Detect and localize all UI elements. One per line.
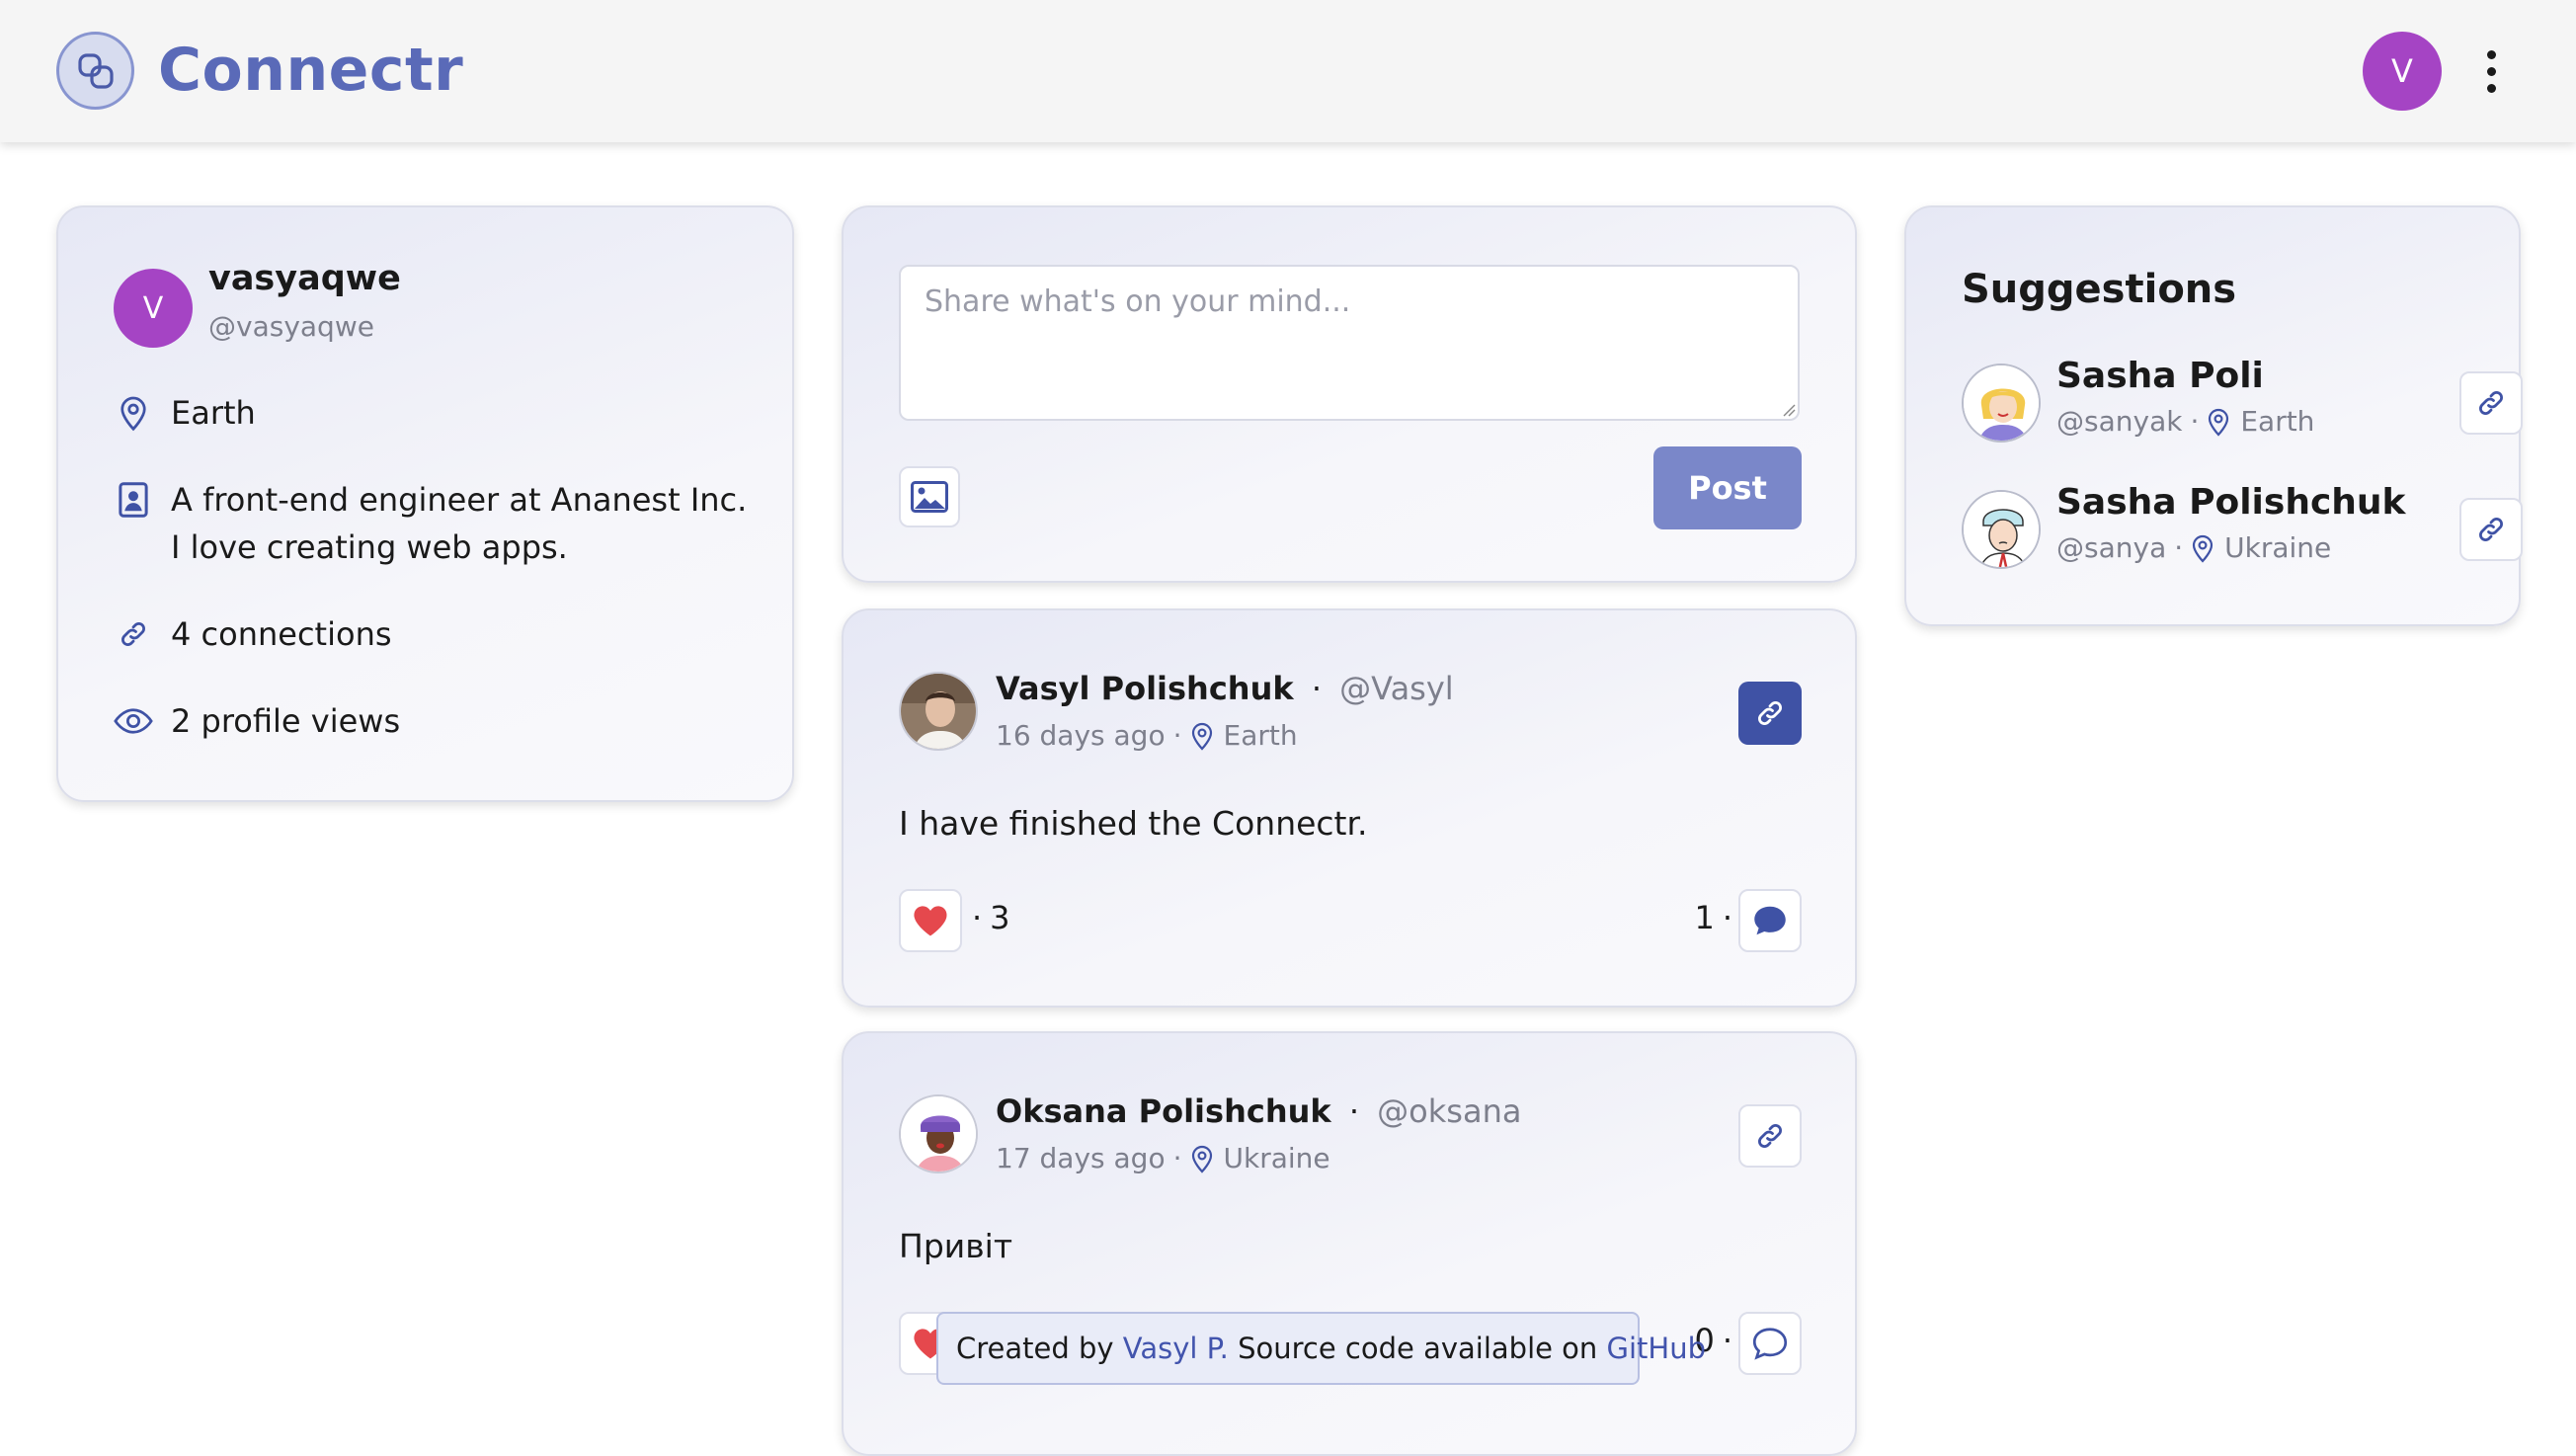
credits-created-by: Created by — [956, 1332, 1114, 1365]
post-card: Oksana Polishchuk · @oksana 17 days ago … — [842, 1031, 1857, 1456]
credits-banner: Created by Vasyl P. Source code availabl… — [936, 1312, 1706, 1385]
suggestions-title: Suggestions — [1962, 267, 2237, 312]
link-icon — [114, 610, 153, 658]
suggestions-card: Suggestions Sasha Poli @sanyak · Earth S… — [1904, 205, 2523, 626]
attach-image-button[interactable] — [899, 466, 960, 527]
credits-source-text: Source code available on — [1238, 1332, 1598, 1365]
post-body: Привіт — [899, 1227, 1013, 1265]
profile-bio: A front-end engineer at Ananest Inc. I l… — [171, 481, 748, 566]
post-time: 17 days ago — [996, 1142, 1166, 1174]
connect-button[interactable] — [1738, 682, 1802, 745]
heart-icon — [914, 906, 947, 936]
top-navbar: Connectr V — [0, 0, 2576, 142]
location-pin-icon — [2209, 408, 2229, 437]
like-count: 3 — [990, 899, 1010, 936]
post-author-handle[interactable]: @Vasyl — [1339, 670, 1454, 707]
profile-location: Earth — [171, 394, 256, 432]
post-body: I have finished the Connectr. — [899, 804, 1368, 843]
suggestion-name[interactable]: Sasha Poli — [2056, 356, 2264, 396]
suggestion-item: Sasha Polishchuk @sanya · Ukraine — [1962, 482, 2523, 571]
post-author-handle[interactable]: @oksana — [1377, 1092, 1521, 1130]
post-location: Earth — [1223, 719, 1298, 752]
link-icon — [2479, 391, 2503, 415]
app-name[interactable]: Connectr — [158, 36, 463, 105]
link-icon — [1758, 1124, 1782, 1148]
suggestion-handle: @sanyak — [2056, 405, 2183, 438]
connect-button[interactable] — [2459, 371, 2523, 435]
image-icon — [911, 481, 948, 513]
resize-grip-icon[interactable] — [1782, 403, 1796, 417]
location-pin-icon — [114, 389, 153, 437]
suggestion-name[interactable]: Sasha Polishchuk — [2056, 482, 2406, 523]
comment-button[interactable] — [1738, 1312, 1802, 1375]
profile-views: 2 profile views — [171, 702, 401, 740]
like-count-row: · 3 — [972, 899, 1010, 936]
profile-avatar[interactable]: V — [114, 269, 193, 348]
author-link[interactable]: Vasyl P. — [1123, 1332, 1229, 1365]
post-composer: Post — [842, 205, 1857, 583]
connect-button[interactable] — [2459, 498, 2523, 561]
location-pin-icon — [1191, 1145, 1212, 1173]
profile-handle: @vasyaqwe — [208, 310, 374, 343]
profile-views-row: 2 profile views — [114, 697, 764, 745]
post-author-avatar[interactable] — [899, 672, 978, 751]
comment-icon — [1754, 906, 1786, 935]
kebab-menu-icon[interactable] — [2473, 40, 2509, 103]
location-pin-icon — [2193, 534, 2214, 563]
link-icon — [2479, 518, 2503, 541]
comment-count: 1 — [1694, 899, 1715, 936]
suggestion-location: Earth — [2240, 405, 2315, 438]
suggestion-handle: @sanya — [2056, 531, 2167, 564]
post-input[interactable] — [899, 265, 1800, 421]
post-location: Ukraine — [1223, 1142, 1330, 1174]
profile-location-row: Earth — [114, 389, 764, 437]
suggestion-avatar[interactable] — [1962, 364, 2041, 443]
post-author-name[interactable]: Vasyl Polishchuk — [996, 670, 1294, 707]
comment-icon — [1752, 1328, 1788, 1360]
user-avatar[interactable]: V — [2363, 32, 2442, 111]
logo-icon[interactable] — [56, 32, 134, 110]
suggestion-item: Sasha Poli @sanyak · Earth — [1962, 356, 2523, 445]
suggestion-location: Ukraine — [2224, 531, 2332, 564]
location-pin-icon — [1191, 722, 1212, 751]
profile-connections-row[interactable]: 4 connections — [114, 610, 764, 658]
comment-count-row: 1 · — [1694, 899, 1732, 936]
connect-button[interactable] — [1738, 1104, 1802, 1168]
post-time: 16 days ago — [996, 719, 1166, 752]
profile-bio-row: A front-end engineer at Ananest Inc. I l… — [114, 476, 764, 571]
github-link[interactable]: GitHub — [1607, 1332, 1707, 1365]
link-icon — [1758, 701, 1782, 725]
profile-connections[interactable]: 4 connections — [171, 610, 764, 658]
like-button[interactable] — [899, 889, 962, 952]
suggestion-avatar[interactable] — [1962, 490, 2041, 569]
post-button[interactable]: Post — [1653, 446, 1802, 529]
comment-button[interactable] — [1738, 889, 1802, 952]
profile-card: V vasyaqwe @vasyaqwe Earth A front-end e… — [56, 205, 794, 802]
post-author-name[interactable]: Oksana Polishchuk — [996, 1092, 1331, 1130]
post-author-avatar[interactable] — [899, 1094, 978, 1173]
profile-username[interactable]: vasyaqwe — [208, 259, 401, 298]
post-card: Vasyl Polishchuk · @Vasyl 16 days ago · … — [842, 608, 1857, 1008]
eye-icon — [114, 697, 153, 745]
id-card-icon — [114, 476, 153, 524]
